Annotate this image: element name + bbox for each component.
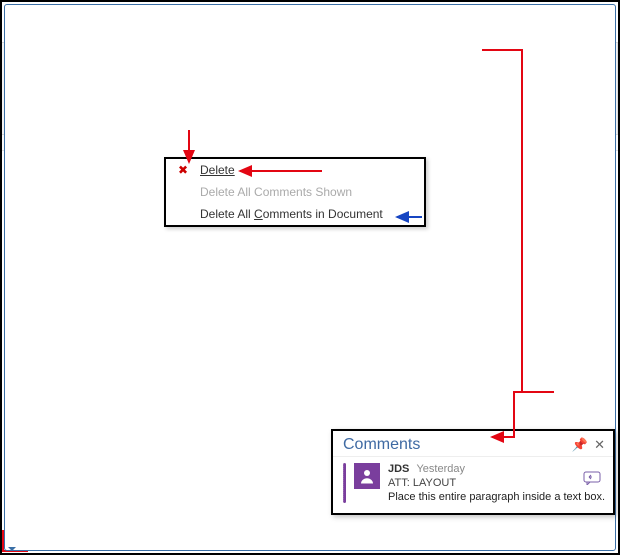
comment-item[interactable]: JDS Yesterday ATT: LAYOUT Place this ent… (333, 457, 613, 513)
close-icon[interactable]: ✕ (594, 437, 605, 453)
delete-dropdown-menu: ✖ Delete Delete All Comments Shown Delet… (164, 157, 426, 227)
menu-delete-all-shown: Delete All Comments Shown (166, 181, 424, 203)
menu-delete-label: Delete (200, 163, 235, 177)
comment-author: JDS (388, 463, 409, 475)
comment-time: Yesterday (416, 463, 465, 475)
comments-pane: Comments 📌 ✕ JDS Yesterday ATT: LAYOUT P… (331, 429, 615, 515)
comments-pane-title: Comments (343, 436, 420, 454)
delete-icon: ✖ (174, 163, 192, 177)
comment-indicator-selected[interactable] (2, 530, 28, 552)
app-window: Twas the Night Before Christmas.docx - W… (0, 0, 620, 555)
reply-icon[interactable] (583, 471, 603, 488)
menu-delete-all-in-document[interactable]: Delete All Comments in Document (166, 203, 424, 225)
pin-icon[interactable]: 📌 (572, 437, 588, 453)
avatar-icon (354, 463, 380, 489)
menu-delete-all-shown-label: Delete All Comments Shown (200, 185, 352, 199)
comment-thread-bar (343, 463, 346, 503)
comment-text: Place this entire paragraph inside a tex… (388, 491, 605, 503)
menu-delete-all-doc-a: Delete All (200, 207, 254, 221)
menu-delete[interactable]: ✖ Delete (166, 159, 424, 181)
comment-subject: ATT: LAYOUT (388, 477, 605, 489)
menu-delete-all-doc-b: omments in Document (263, 207, 383, 221)
menu-delete-all-doc-u: C (254, 207, 263, 221)
